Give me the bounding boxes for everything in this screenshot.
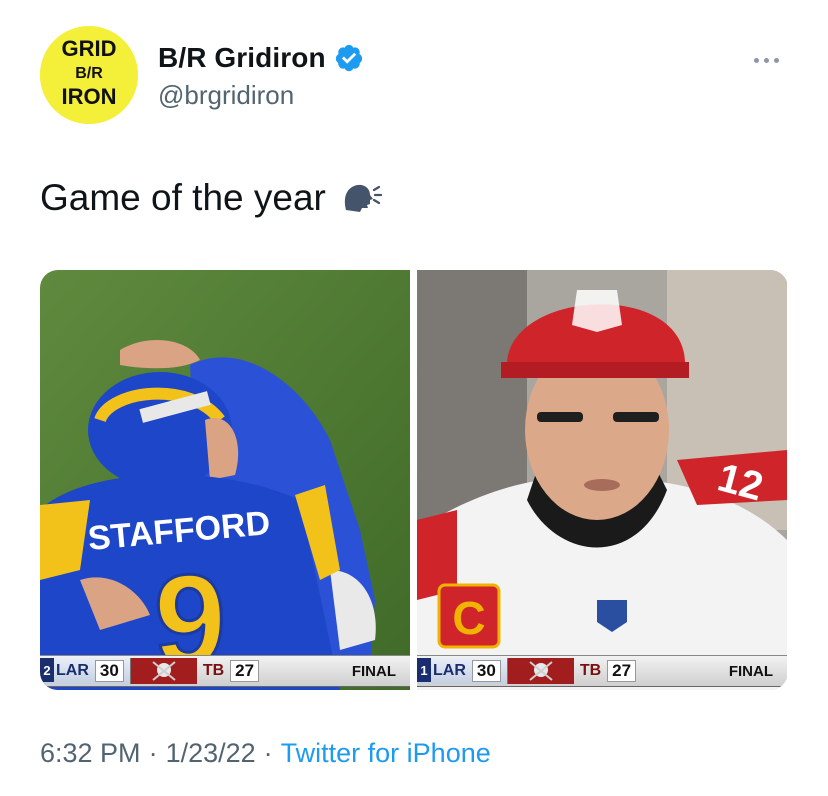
separator: · [148,738,158,768]
quarter-marker: 2 [40,658,54,682]
tweet-text-content: Game of the year [40,177,326,218]
buccaneers-flag-icon [507,658,574,684]
team1-score: 30 [471,660,501,682]
scoreboard-team-tb: TB 27 [574,658,642,684]
brady-sideline-image: 12 C [417,270,787,690]
game-status: FINAL [351,662,396,680]
svg-text:IRON: IRON [62,84,117,109]
author-handle[interactable]: @brgridiron [158,80,294,111]
team1-abbr: LAR [433,662,466,679]
separator: · [263,738,273,768]
scoreboard: 1 LAR 30 TB 27 FINAL [417,655,787,687]
verified-badge-icon [334,43,364,73]
team1-abbr: LAR [56,662,89,679]
captain-patch-letter: C [452,592,485,644]
speaking-head-emoji-icon [340,180,382,216]
scoreboard: 2 LAR 30 TB 27 FINAL [40,655,410,687]
team2-abbr: TB [202,662,225,679]
game-status: FINAL [728,662,773,680]
tweet-metadata: 6:32 PM · 1/23/22 · Twitter for iPhone [40,738,491,769]
tweet-source-link[interactable]: Twitter for iPhone [281,738,491,769]
author-display-name[interactable]: B/R Gridiron [158,42,326,74]
quarter-marker: 1 [417,658,431,682]
buccaneers-flag-icon [130,658,197,684]
svg-text:B/R: B/R [75,65,103,82]
tweet-time[interactable]: 6:32 PM [40,738,141,769]
team2-score: 27 [607,660,637,682]
svg-text:GRID: GRID [62,36,117,61]
photo-brady[interactable]: 12 C 1 LAR 30 TB 27 FINAL [417,270,787,690]
bleacher-report-gridiron-logo: GRID B/R IRON [40,26,138,124]
tweet-date[interactable]: 1/23/22 [166,738,256,769]
avatar[interactable]: GRID B/R IRON [40,26,138,124]
author-name-row: B/R Gridiron [158,42,364,74]
tweet-text: Game of the year [40,177,382,219]
more-options-icon[interactable] [746,52,786,68]
tweet-media: STAFFORD 9 2 LAR 30 TB 27 FINAL 12 C 1 L… [40,270,788,690]
photo-stafford[interactable]: STAFFORD 9 2 LAR 30 TB 27 FINAL [40,270,410,690]
team2-abbr: TB [579,662,602,679]
team1-score: 30 [94,660,124,682]
stafford-hug-image: STAFFORD 9 [40,270,410,690]
team2-score: 27 [230,660,260,682]
scoreboard-team-tb: TB 27 [197,658,265,684]
